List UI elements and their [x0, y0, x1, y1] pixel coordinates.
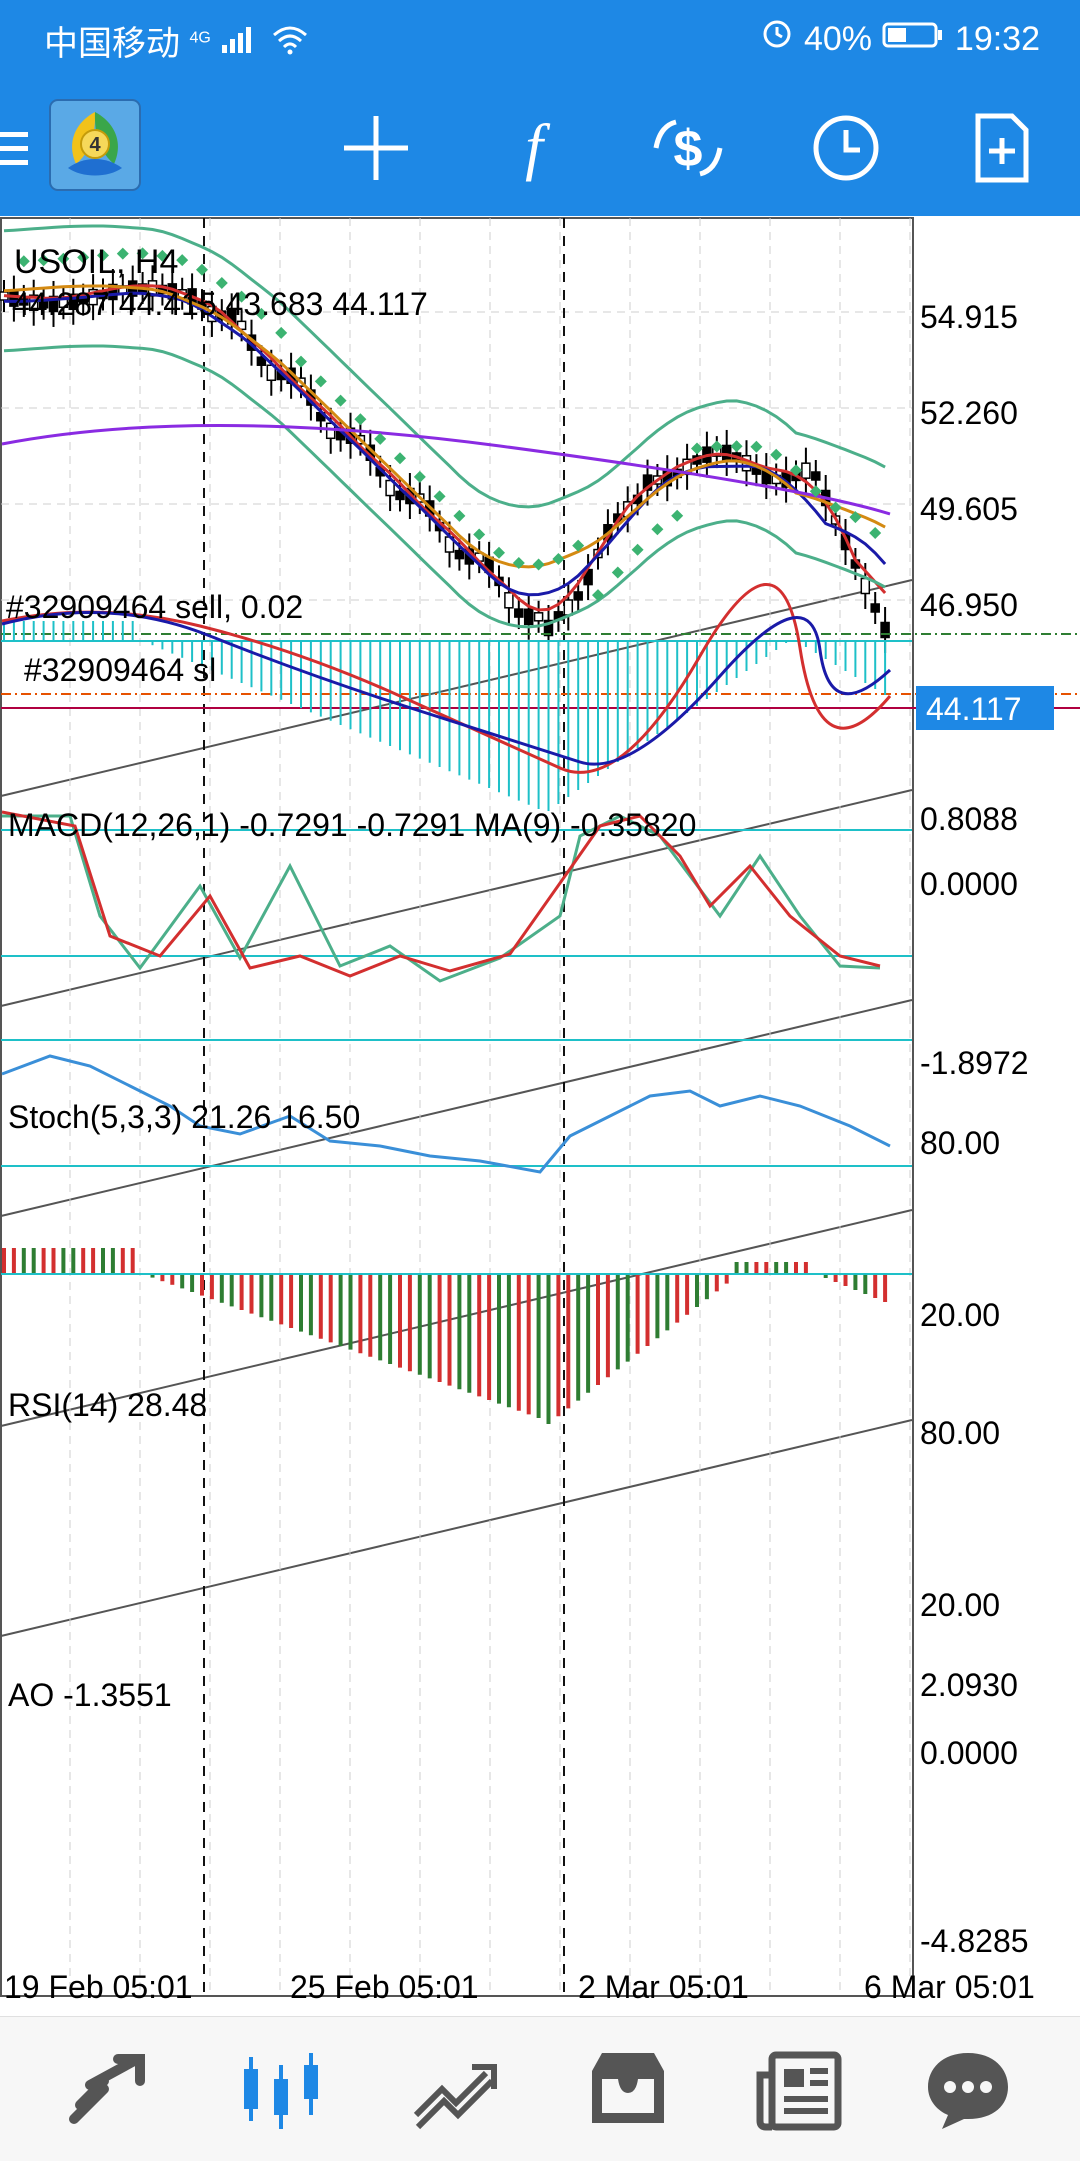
battery-icon: [881, 20, 954, 58]
sar-dot: [275, 326, 288, 339]
candle-body: [523, 608, 534, 626]
network-type: 4G: [189, 29, 211, 47]
metatrader-logo[interactable]: 4: [48, 98, 142, 192]
alarm-icon: [760, 20, 803, 58]
wifi-icon: [270, 25, 310, 63]
sar-dot: [413, 470, 426, 483]
sar-dot: [314, 375, 327, 388]
stoch-level-0: 80.00: [920, 1125, 1000, 1161]
svg-text:$: $: [674, 120, 703, 178]
ohlc-values: 44.287 44.415 43.683 44.117: [12, 286, 428, 322]
stoch-label: Stoch(5,3,3) 21.26 16.50: [8, 1099, 360, 1135]
price-level-1: 52.260: [920, 395, 1018, 431]
signal-icon: [220, 25, 269, 63]
price-level-2: 49.605: [920, 491, 1018, 527]
candle-body: [801, 462, 811, 479]
sar-dot: [750, 440, 763, 453]
battery-percent: 40%: [803, 20, 872, 58]
ao-level-2: -4.8285: [920, 1923, 1029, 1959]
macd-main-blue: [1, 610, 892, 766]
sar-dot: [493, 546, 505, 559]
band-lower: [3, 344, 886, 629]
macd-level-2: -1.8972: [920, 1045, 1029, 1081]
svg-text:f: f: [525, 111, 551, 182]
sar-dot: [671, 509, 684, 522]
sar-dot: [611, 566, 624, 579]
sar-dot: [770, 448, 783, 461]
candle-body: [563, 599, 574, 616]
svg-text:4: 4: [89, 134, 101, 156]
rsi-label: RSI(14) 28.48: [8, 1387, 207, 1423]
status-bar: 中国移动 4G 40% 19:32: [0, 0, 1080, 76]
price-level-0: 54.915: [920, 299, 1018, 335]
stop-loss-label: #32909464 sl: [24, 652, 216, 688]
sar-dot: [730, 440, 743, 453]
panel-separator: [0, 1419, 913, 1637]
order-label: #32909464 sell, 0.02: [6, 589, 303, 625]
function-icon[interactable]: f: [494, 108, 574, 188]
ao-level-0: 2.0930: [920, 1667, 1018, 1703]
time-label-2: 2 Mar 05:01: [578, 1969, 749, 2005]
candle-body: [533, 612, 544, 622]
current-price: 44.117: [926, 691, 1022, 727]
sar-dot: [453, 509, 466, 522]
time-label-3: 6 Mar 05:01: [864, 1969, 1035, 2005]
toolbar: 4 f $: [0, 76, 1080, 216]
news-icon[interactable]: [750, 2045, 850, 2135]
candle-body: [454, 549, 465, 560]
sar-dot: [651, 523, 664, 536]
candle-body: [504, 592, 514, 609]
sar-dot: [334, 394, 347, 407]
time-label-0: 19 Feb 05:01: [4, 1969, 193, 2005]
menu-icon[interactable]: [0, 108, 40, 188]
candle-body: [811, 471, 821, 481]
candle-body: [860, 577, 871, 595]
sar-dot: [552, 552, 565, 565]
chart-icon[interactable]: [232, 2045, 332, 2135]
candle-body: [514, 608, 524, 618]
sar-dot: [532, 558, 545, 571]
sar-dot: [691, 442, 703, 455]
sar-dot: [394, 452, 406, 465]
time-label-1: 25 Feb 05:01: [290, 1969, 479, 2005]
macd-level-1: 0.0000: [920, 866, 1018, 902]
crosshair-icon[interactable]: [336, 108, 416, 188]
sar-dot: [869, 527, 882, 539]
candle-body: [721, 444, 732, 462]
trade-nav-icon[interactable]: [406, 2045, 506, 2135]
macd-level-0: 0.8088: [920, 801, 1018, 837]
carrier-name: 中国移动: [44, 25, 180, 63]
ma-blue-line: [3, 291, 887, 597]
ao-label: AO -1.3551: [8, 1677, 172, 1713]
sar-dot: [631, 543, 644, 556]
trade-icon[interactable]: $: [648, 108, 728, 188]
bottom-nav: [0, 2016, 1080, 2161]
history-icon[interactable]: [578, 2045, 678, 2135]
candle-body: [880, 621, 890, 639]
sar-dot: [354, 413, 367, 426]
sar-dot: [473, 528, 486, 541]
macd-label: MACD(12,26,1) -0.7291 -0.7291 MA(9) -0.3…: [8, 807, 696, 843]
clock-time: 19:32: [954, 20, 1040, 58]
chat-icon[interactable]: [918, 2045, 1018, 2135]
rsi-level-0: 80.00: [920, 1415, 1000, 1451]
sar-dot: [196, 263, 208, 276]
status-left: 中国移动 4G: [44, 16, 310, 65]
status-right: 40% 19:32: [760, 16, 1040, 59]
clock-icon[interactable]: [806, 108, 886, 188]
chart-canvas[interactable]: USOIL, H4 44.287 44.415 43.683 44.117 #3…: [0, 216, 1080, 2016]
sar-dot: [433, 490, 446, 503]
sar-dot: [374, 432, 387, 445]
candle-body: [870, 603, 880, 613]
stoch-level-1: 20.00: [920, 1297, 1000, 1333]
rsi-level-1: 20.00: [920, 1587, 1000, 1623]
new-document-icon[interactable]: [962, 108, 1042, 188]
ao-level-1: 0.0000: [920, 1735, 1018, 1771]
sar-dot: [295, 355, 307, 368]
symbol-label: USOIL, H4: [14, 243, 178, 281]
chart-area[interactable]: USOIL, H4 44.287 44.415 43.683 44.117 #3…: [0, 216, 1080, 2016]
price-level-3: 46.950: [920, 587, 1018, 623]
candle-body: [573, 591, 583, 601]
quotes-icon[interactable]: [60, 2045, 160, 2135]
